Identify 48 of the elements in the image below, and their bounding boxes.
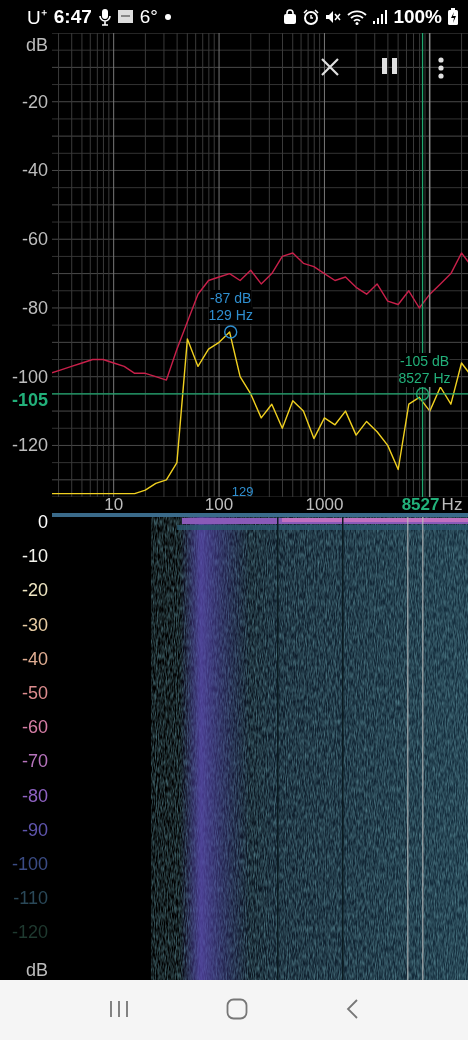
battery-percentage: 100% (393, 5, 442, 28)
axis-label: -60 (22, 229, 48, 250)
scale-label: -90 (22, 819, 48, 840)
scale-label: -10 (22, 546, 48, 567)
notification-dot-icon (164, 13, 171, 20)
peak-level: -87 dB (210, 290, 252, 307)
carrier-label: U⁺ (27, 5, 47, 30)
clock: 6:47 (53, 5, 92, 28)
wifi-icon (347, 8, 368, 25)
axis-label: 10 (104, 496, 124, 514)
axis-label: 1000 (305, 496, 344, 514)
scale-label: -100 (11, 854, 48, 874)
axis-unit: dB (25, 35, 48, 55)
threshold-label: -105 (11, 389, 48, 410)
menu-button[interactable] (437, 57, 445, 79)
scale-label: -20 (22, 580, 48, 601)
axis-unit: Hz (441, 496, 463, 514)
scale-label: -60 (22, 717, 48, 738)
axis-label: 100 (204, 496, 234, 514)
axis-label: -80 (22, 297, 48, 318)
scale-label: -50 (22, 683, 48, 703)
scale-label: -30 (22, 614, 48, 635)
scale-label: 0 (38, 512, 48, 532)
signal-icon (373, 9, 388, 24)
lock-icon (283, 8, 298, 25)
temperature: 6° (139, 5, 158, 28)
axis-label: -40 (22, 160, 48, 181)
microphone-icon (98, 7, 111, 26)
battery-icon (448, 8, 458, 25)
cursor-frequency-label: 8527 (401, 496, 440, 514)
peak-frequency-label: 129 (231, 485, 254, 498)
peak-marker (224, 325, 238, 339)
scale-label: -70 (22, 751, 48, 772)
close-button[interactable] (320, 57, 340, 77)
scale-label: -110 (13, 888, 48, 909)
axis-label: -100 (11, 366, 48, 387)
alarm-icon (303, 8, 320, 25)
axis-unit: dB (25, 960, 48, 980)
axis-label: -120 (11, 435, 48, 456)
app-icon (117, 10, 133, 23)
axis-label: -20 (22, 91, 48, 112)
peak-frequency: 129 Hz (208, 307, 253, 324)
scale-label: -80 (22, 785, 48, 806)
pause-button[interactable] (382, 57, 398, 75)
cursor-level: -105 dB (400, 352, 450, 370)
cursor-marker (415, 387, 430, 401)
scale-label: -120 (11, 922, 48, 943)
scale-label: -40 (22, 648, 48, 669)
